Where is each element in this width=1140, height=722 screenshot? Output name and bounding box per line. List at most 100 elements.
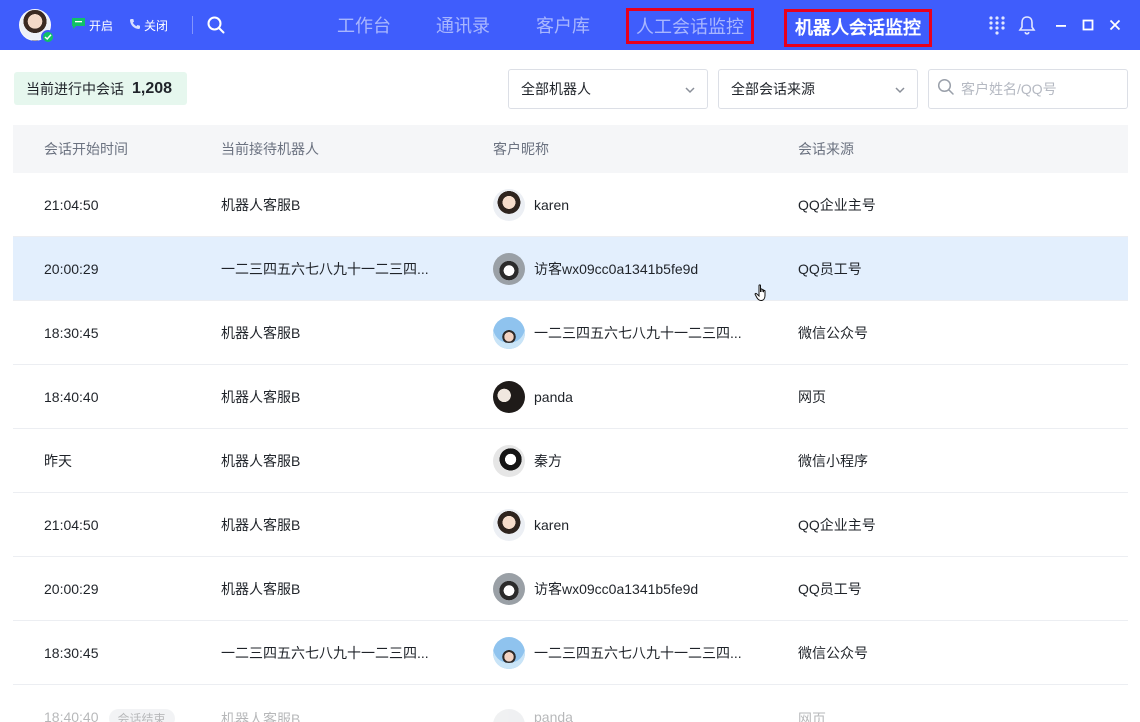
count-value: 1,208	[132, 79, 173, 97]
row-robot: 机器人客服B	[221, 711, 301, 722]
row-nickname: 秦方	[534, 452, 562, 469]
row-nickname: karen	[534, 516, 570, 533]
status-close-label: 关闭	[144, 18, 169, 33]
row-source: QQ企业主号	[798, 516, 876, 533]
table-header: 会话开始时间 当前接待机器人 客户昵称 会话来源	[13, 125, 1128, 173]
customer-avatar	[493, 188, 525, 221]
row-customer: panda	[493, 365, 573, 428]
chevron-down-icon	[893, 83, 907, 97]
customer-avatar	[493, 444, 525, 477]
maximize-icon[interactable]	[1078, 15, 1098, 35]
customer-avatar	[493, 572, 525, 605]
row-source: 网页	[798, 388, 826, 405]
row-source: QQ员工号	[798, 260, 862, 277]
row-nickname: 访客wx09cc0a1341b5fe9d	[534, 260, 699, 277]
count-label: 当前进行中会话	[26, 80, 124, 97]
source-filter-value: 全部会话来源	[731, 81, 815, 97]
row-source: 微信公众号	[798, 324, 868, 341]
online-status-icon	[41, 30, 55, 44]
row-time: 21:04:50	[44, 196, 99, 213]
status-open-button[interactable]: 开启	[71, 17, 113, 33]
row-customer: panda	[493, 685, 573, 722]
customer-avatar	[493, 252, 525, 285]
tab-human-session-monitor[interactable]: 人工会话监控	[626, 8, 754, 44]
row-nickname: panda	[534, 709, 573, 722]
row-source: 微信小程序	[798, 452, 868, 469]
dialpad-icon[interactable]	[987, 15, 1007, 35]
header-session-source: 会话来源	[798, 141, 854, 157]
user-avatar[interactable]	[19, 9, 55, 44]
customer-avatar	[493, 380, 525, 413]
row-customer: 访客wx09cc0a1341b5fe9d	[493, 237, 698, 300]
customer-avatar	[493, 709, 525, 722]
session-ended-badge: 会话结束	[108, 709, 175, 722]
row-nickname: karen	[534, 196, 570, 213]
robot-filter-select[interactable]: 全部机器人	[508, 69, 708, 109]
header-customer-nickname: 客户昵称	[493, 141, 549, 157]
close-icon[interactable]	[1105, 15, 1125, 35]
row-time: 18:30:45	[44, 644, 99, 661]
row-source: QQ企业主号	[798, 196, 876, 213]
header-current-robot: 当前接待机器人	[221, 141, 319, 157]
table-row[interactable]: 18:30:45 机器人客服B 一二三四五六七八九十一二三四... 微信公众号	[13, 301, 1128, 365]
table-row-ended[interactable]: 18:40:40 会话结束 机器人客服B panda 网页	[13, 685, 1128, 722]
header-start-time: 会话开始时间	[44, 141, 128, 157]
row-nickname: 一二三四五六七八九十一二三四...	[534, 324, 742, 341]
table-row[interactable]: 20:00:29 一二三四五六七八九十一二三四... 访客wx09cc0a134…	[13, 237, 1128, 301]
table-row[interactable]: 18:30:45 一二三四五六七八九十一二三四... 一二三四五六七八九十一二三…	[13, 621, 1128, 685]
row-customer: karen	[493, 493, 569, 556]
table-row[interactable]: 20:00:29 机器人客服B 访客wx09cc0a1341b5fe9d QQ员…	[13, 557, 1128, 621]
status-open-label: 开启	[89, 18, 114, 33]
tab-robot-session-monitor[interactable]: 机器人会话监控	[784, 9, 932, 47]
table-row[interactable]: 18:40:40 机器人客服B panda 网页	[13, 365, 1128, 429]
chat-bubble-icon	[71, 17, 86, 33]
row-robot: 一二三四五六七八九十一二三四...	[221, 260, 429, 277]
minimize-icon[interactable]	[1051, 15, 1071, 35]
row-robot: 机器人客服B	[221, 516, 301, 533]
tab-contacts[interactable]: 通讯录	[436, 13, 490, 39]
search-icon	[937, 78, 955, 101]
row-customer: 访客wx09cc0a1341b5fe9d	[493, 557, 698, 620]
row-nickname: panda	[534, 388, 573, 405]
row-customer: 秦方	[493, 429, 562, 492]
row-robot: 机器人客服B	[221, 324, 301, 341]
row-robot: 机器人客服B	[221, 580, 301, 597]
status-close-button[interactable]: 关闭	[129, 17, 168, 33]
row-time: 20:00:29	[44, 580, 99, 597]
row-time-with-tag: 18:40:40 会话结束	[44, 685, 175, 722]
robot-filter-value: 全部机器人	[521, 81, 591, 97]
session-table: 会话开始时间 当前接待机器人 客户昵称 会话来源 21:04:50 机器人客服B…	[13, 125, 1128, 722]
search-icon[interactable]	[207, 16, 225, 34]
row-robot: 机器人客服B	[221, 388, 301, 405]
table-row[interactable]: 21:04:50 机器人客服B karen QQ企业主号	[13, 173, 1128, 237]
customer-search-box	[928, 69, 1128, 109]
row-customer: 一二三四五六七八九十一二三四...	[493, 621, 742, 684]
row-nickname: 访客wx09cc0a1341b5fe9d	[534, 580, 699, 597]
table-row[interactable]: 昨天 机器人客服B 秦方 微信小程序	[13, 429, 1128, 493]
table-row[interactable]: 21:04:50 机器人客服B karen QQ企业主号	[13, 493, 1128, 557]
row-robot: 机器人客服B	[221, 196, 301, 213]
bell-icon[interactable]	[1017, 15, 1037, 35]
active-session-count: 当前进行中会话 1,208	[14, 72, 187, 105]
tab-customer-library[interactable]: 客户库	[536, 13, 590, 39]
customer-avatar	[493, 316, 525, 349]
top-bar: 开启 关闭 工作台 通讯录 客户库 人工会话监控 机器人会话监控	[0, 0, 1140, 50]
row-time: 昨天	[44, 452, 72, 469]
row-source: 微信公众号	[798, 644, 868, 661]
source-filter-select[interactable]: 全部会话来源	[718, 69, 918, 109]
row-robot: 一二三四五六七八九十一二三四...	[221, 644, 429, 661]
row-time: 18:40:40	[44, 709, 99, 722]
phone-icon	[129, 18, 141, 33]
row-nickname: 一二三四五六七八九十一二三四...	[534, 644, 742, 661]
row-time: 21:04:50	[44, 516, 99, 533]
tab-workbench[interactable]: 工作台	[337, 13, 391, 39]
row-customer: 一二三四五六七八九十一二三四...	[493, 301, 742, 364]
row-customer: karen	[493, 173, 569, 236]
divider	[192, 16, 193, 34]
customer-avatar	[493, 636, 525, 669]
row-time: 20:00:29	[44, 260, 99, 277]
customer-avatar	[493, 508, 525, 541]
row-robot: 机器人客服B	[221, 452, 301, 469]
row-time: 18:40:40	[44, 388, 99, 405]
customer-search-input[interactable]	[961, 81, 1121, 97]
